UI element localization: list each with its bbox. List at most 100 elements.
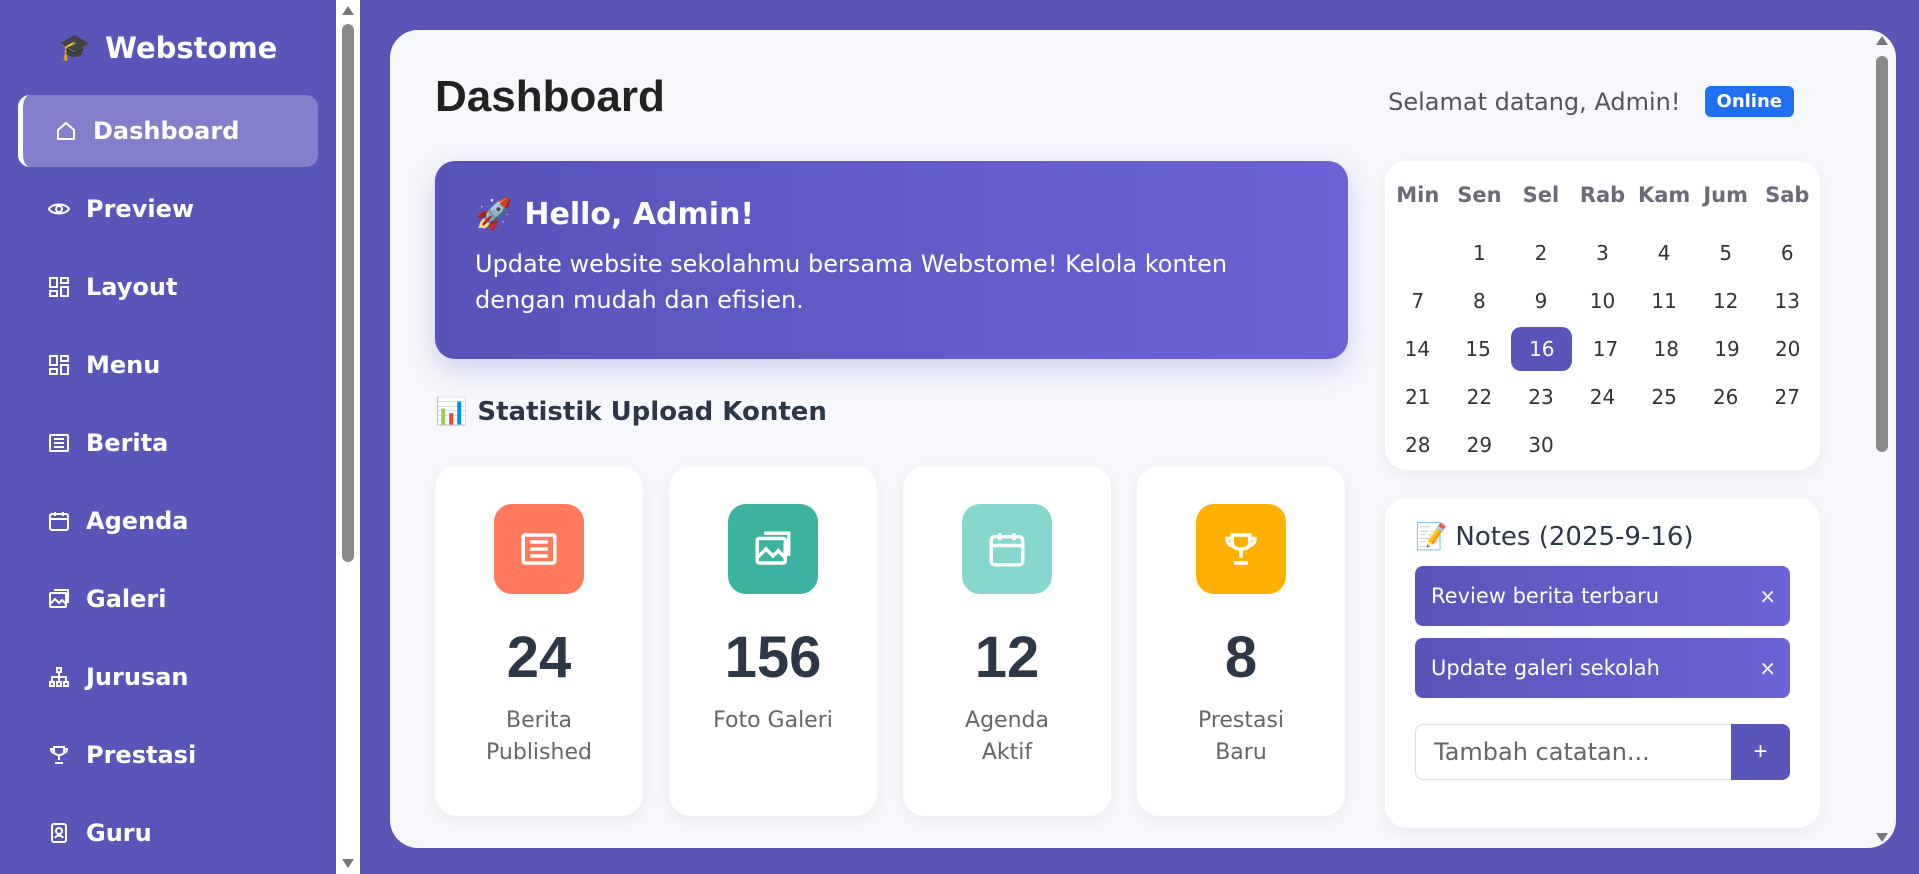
calendar-day[interactable]: 2 <box>1510 231 1572 279</box>
calendar-day[interactable]: 13 <box>1756 279 1818 327</box>
calendar-day[interactable]: 6 <box>1756 231 1818 279</box>
scrollbar-thumb[interactable] <box>1876 56 1888 452</box>
grid-icon <box>46 352 72 378</box>
calendar-day[interactable]: 1 <box>1449 231 1511 279</box>
calendar-empty <box>1572 423 1634 471</box>
stats-heading: 📊 Statistik Upload Konten <box>435 397 827 427</box>
calendar-day[interactable]: 26 <box>1695 375 1757 423</box>
calendar-empty <box>1633 423 1695 471</box>
add-note-input[interactable] <box>1415 724 1731 780</box>
calendar-day[interactable]: 17 <box>1575 327 1636 375</box>
sidebar-item-label: Prestasi <box>86 741 197 769</box>
calendar-day[interactable]: 24 <box>1572 375 1634 423</box>
scroll-down-arrow-icon[interactable] <box>342 859 354 868</box>
calendar-day[interactable]: 25 <box>1633 375 1695 423</box>
sidebar-item-guru[interactable]: Guru <box>18 797 318 869</box>
notes-panel: 📝 Notes (2025-9-16) Review berita terbar… <box>1385 498 1820 828</box>
calendar-day[interactable]: 14 <box>1387 327 1448 375</box>
home-icon <box>53 118 79 144</box>
close-icon[interactable]: × <box>1759 656 1776 680</box>
rocket-icon: 🚀 <box>475 197 513 232</box>
note-item[interactable]: Review berita terbaru × <box>1415 566 1790 626</box>
sidebar-item-jurusan[interactable]: Jurusan <box>18 641 318 713</box>
stat-label: Foto Galeri <box>713 708 833 733</box>
calendar-day[interactable]: 27 <box>1756 375 1818 423</box>
sidebar-item-preview[interactable]: Preview <box>18 173 318 245</box>
brand[interactable]: 🎓 Webstome <box>0 0 336 95</box>
stats-cards: 24 Berita Published 156 Foto Galeri 12 A… <box>435 466 1345 816</box>
calendar-day[interactable]: 29 <box>1449 423 1511 471</box>
calendar-day[interactable]: 8 <box>1449 279 1511 327</box>
notes-title-text: Notes (2025-9-16) <box>1455 522 1694 552</box>
welcome-text: Selamat datang, Admin! <box>1388 87 1681 116</box>
sidebar-item-prestasi[interactable]: Prestasi <box>18 719 318 791</box>
sidebar-item-label: Dashboard <box>93 117 240 145</box>
calendar-day[interactable]: 9 <box>1510 279 1572 327</box>
calendar-week: 123456 <box>1387 231 1818 279</box>
calendar-day[interactable]: 4 <box>1633 231 1695 279</box>
sidebar-scrollbar[interactable] <box>336 0 360 874</box>
main-content: Dashboard Selamat datang, Admin! Online … <box>390 30 1896 848</box>
calendar-day[interactable]: 20 <box>1757 327 1818 375</box>
calendar-day[interactable]: 12 <box>1695 279 1757 327</box>
brand-name: Webstome <box>105 30 278 65</box>
sidebar-item-label: Agenda <box>86 507 189 535</box>
sidebar-item-galeri[interactable]: Galeri <box>18 563 318 635</box>
hello-title: 🚀 Hello, Admin! <box>475 197 1308 232</box>
calendar-empty <box>1695 423 1757 471</box>
hello-text: Update website sekolahmu bersama Webstom… <box>475 250 1228 314</box>
sidebar-item-label: Layout <box>86 273 178 301</box>
calendar-day[interactable]: 19 <box>1697 327 1758 375</box>
sidebar-item-layout[interactable]: Layout <box>18 251 318 323</box>
scroll-down-arrow-icon[interactable] <box>1876 833 1888 842</box>
calendar-week: 21 22 23 24 25 26 27 <box>1387 375 1818 423</box>
sidebar-item-menu[interactable]: Menu <box>18 329 318 401</box>
calendar-day[interactable]: 23 <box>1510 375 1572 423</box>
status-badge: Online <box>1704 86 1794 117</box>
calendar-day[interactable]: 11 <box>1633 279 1695 327</box>
scrollbar-thumb[interactable] <box>342 24 354 562</box>
sidebar-item-label: Galeri <box>86 585 167 613</box>
sitemap-icon <box>46 664 72 690</box>
hello-card: 🚀 Hello, Admin! Update website sekolahmu… <box>435 161 1348 359</box>
calendar-week: 7 8 9 10 11 12 13 <box>1387 279 1818 327</box>
calendar-day[interactable]: 28 <box>1387 423 1449 471</box>
sidebar-item-agenda[interactable]: Agenda <box>18 485 318 557</box>
sidebar-item-label: Menu <box>86 351 161 379</box>
calendar-day[interactable]: 10 <box>1572 279 1634 327</box>
bar-chart-icon: 📊 <box>435 397 468 427</box>
id-badge-icon <box>46 820 72 846</box>
stat-card: 12 Agenda Aktif <box>903 466 1111 816</box>
calendar-day[interactable]: 30 <box>1510 423 1572 471</box>
calendar-weekday: Kam <box>1637 183 1691 207</box>
calendar-day[interactable]: 7 <box>1387 279 1449 327</box>
calendar-weekday: Rab <box>1579 183 1626 207</box>
eye-icon <box>46 196 72 222</box>
graduation-cap-icon: 🎓 <box>58 32 92 63</box>
trophy-icon <box>1196 504 1286 594</box>
stat-value: 156 <box>724 625 822 690</box>
calendar-day[interactable]: 22 <box>1449 375 1511 423</box>
sidebar-item-dashboard[interactable]: Dashboard <box>18 95 318 167</box>
calendar-day[interactable]: 16 <box>1511 327 1573 371</box>
sidebar-item-berita[interactable]: Berita <box>18 407 318 479</box>
add-note-button[interactable]: + <box>1731 724 1790 780</box>
images-icon <box>728 504 818 594</box>
calendar-day[interactable]: 18 <box>1636 327 1697 375</box>
stat-label: Berita Published <box>486 708 592 765</box>
sidebar-item-label: Jurusan <box>86 663 189 691</box>
calendar-day[interactable]: 5 <box>1695 231 1757 279</box>
calendar-weekday: Sab <box>1765 183 1810 207</box>
note-item[interactable]: Update galeri sekolah × <box>1415 638 1790 698</box>
calendar-day[interactable]: 15 <box>1448 327 1509 375</box>
calendar-day[interactable]: 3 <box>1572 231 1634 279</box>
calendar-week: 14 15 16 17 18 19 20 <box>1387 327 1818 375</box>
close-icon[interactable]: × <box>1759 584 1776 608</box>
scroll-up-arrow-icon[interactable] <box>342 6 354 15</box>
calendar: Min Sen Sel Rab Kam Jum Sab 1 2 3 4 5 6 7 8 9 10 11 12 13 1… <box>1385 161 1820 470</box>
scroll-up-arrow-icon[interactable] <box>1876 36 1888 45</box>
main-scrollbar[interactable] <box>1868 30 1896 848</box>
calendar-empty <box>1756 423 1818 471</box>
calendar-day[interactable]: 21 <box>1387 375 1449 423</box>
images-icon <box>46 586 72 612</box>
